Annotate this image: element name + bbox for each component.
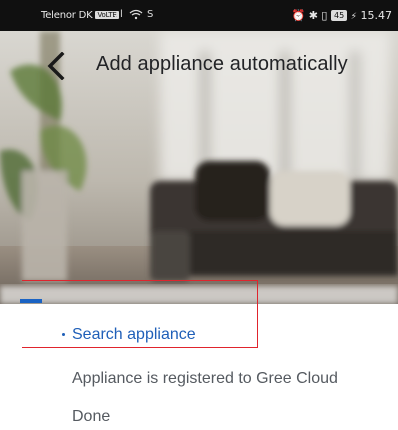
wifi-icon <box>129 9 143 23</box>
active-step-bullet <box>62 333 65 336</box>
status-right: ⏰ ✱ ▯ 45 ⚡ 15.47 <box>292 9 392 22</box>
hero-image: Add appliance automatically <box>0 31 398 304</box>
step-search-appliance: Search appliance <box>72 326 196 343</box>
step-done: Done <box>72 408 111 425</box>
alarm-bluetooth-vibrate-icons: ⏰ ✱ ▯ <box>291 9 328 22</box>
signal-icon: .ıl <box>114 9 123 20</box>
carrier-name: Telenor DK VoLTE <box>41 10 119 21</box>
step-register-cloud: Appliance is registered to Gree Cloud <box>72 370 338 387</box>
page-title: Add appliance automatically <box>96 53 348 75</box>
battery-icon: 45 <box>330 10 348 21</box>
charging-icon: ⚡ <box>350 12 357 22</box>
status-bar: Telenor DK VoLTE .ıl S ⏰ ✱ ▯ 45 ⚡ 15.47 <box>0 0 398 31</box>
clock: 15.47 <box>360 9 393 22</box>
data-saver-icon: S <box>147 9 154 20</box>
back-button[interactable] <box>38 48 74 84</box>
progress-accent <box>20 299 42 303</box>
chevron-left-icon <box>47 52 65 80</box>
